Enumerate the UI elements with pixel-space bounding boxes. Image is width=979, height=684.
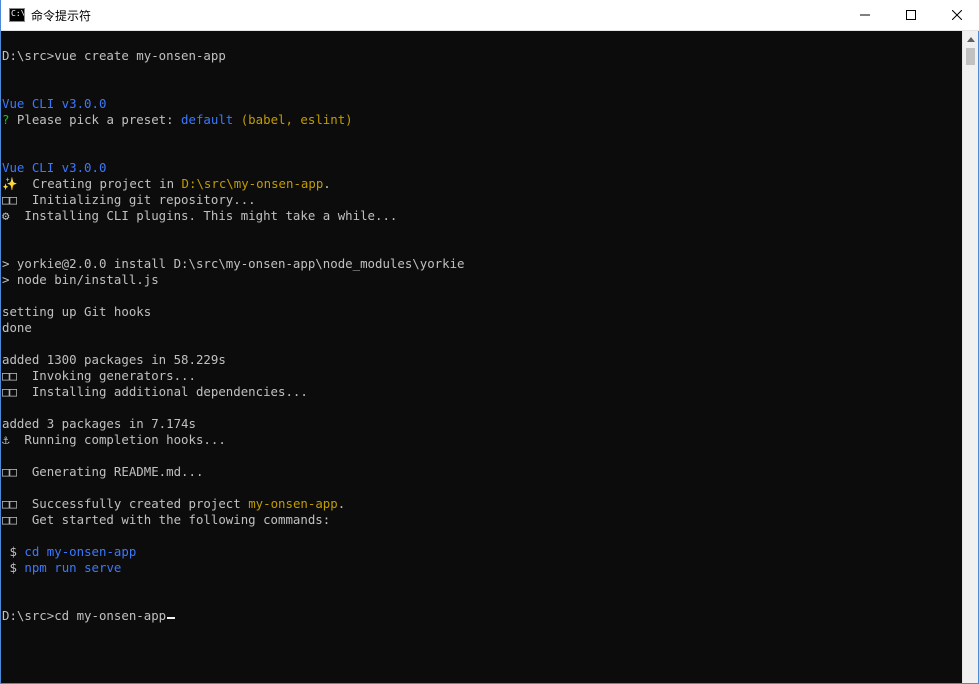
scrollbar-thumb[interactable] [966,48,975,65]
terminal-text: default [181,112,234,127]
terminal-line: $ npm run serve [2,560,465,576]
terminal-line: done [2,320,465,336]
cmd-icon[interactable]: C:\ [9,8,25,22]
terminal-text: Vue CLI v3.0.0 [2,160,107,175]
terminal-text: D:\src>vue create my-onsen-app [2,48,226,63]
terminal-text: . [337,496,346,511]
terminal-line: □□ Generating README.md... [2,464,465,480]
terminal-text: > yorkie@2.0.0 install D:\src\my-onsen-a… [2,256,465,271]
title-bar[interactable]: C:\ 命令提示符 [1,0,979,31]
terminal-line: ⚓ Running completion hooks... [2,432,465,448]
terminal-text: cd my-onsen-app [24,544,137,559]
terminal-line: setting up Git hooks [2,304,465,320]
terminal-text: . [323,176,331,191]
terminal-text: □□ Get started with the following comman… [2,512,331,527]
terminal-line: added 1300 packages in 58.229s [2,352,465,368]
cmd-icon-text: C:\ [11,9,25,18]
terminal-text: my-onsen-app [248,496,338,511]
terminal-line: □□ Successfully created project my-onsen… [2,496,465,512]
terminal-text: setting up Git hooks [2,304,152,319]
terminal-text: D:\src>cd my-onsen-app [2,608,167,623]
terminal-line: Vue CLI v3.0.0 [2,160,465,176]
terminal-line: □□ Invoking generators... [2,368,465,384]
terminal-text: □□ Generating README.md... [2,464,204,479]
terminal-text: ✨ Creating project in [2,176,182,191]
terminal-text: $ [2,560,25,575]
terminal-text: □□ Invoking generators... [2,368,196,383]
terminal-line: $ cd my-onsen-app [2,544,465,560]
terminal-text: ⚓ Running completion hooks... [2,432,226,447]
terminal-text: Please pick a preset: [9,112,182,127]
terminal-text: added 3 packages in 7.174s [2,416,196,431]
terminal-line: added 3 packages in 7.174s [2,416,465,432]
terminal-line: □□ Get started with the following comman… [2,512,465,528]
chevron-up-icon [967,36,975,42]
maximize-button[interactable] [888,0,934,30]
window-title: 命令提示符 [31,9,92,23]
minimize-icon [860,14,870,16]
terminal-text: (babel, eslint) [233,112,353,127]
maximize-icon [906,10,916,20]
minimize-button[interactable] [842,0,888,30]
terminal-text: done [2,320,32,335]
terminal-text: npm run serve [24,560,122,575]
close-button[interactable] [934,0,979,30]
terminal-line: ⚙ Installing CLI plugins. This might tak… [2,208,465,224]
text-cursor [167,617,176,619]
terminal-line: □□ Initializing git repository... [2,192,465,208]
terminal-line: > node bin/install.js [2,272,465,288]
terminal-text: □□ Installing additional dependencies... [2,384,308,399]
terminal-text: □□ Successfully created project [2,496,249,511]
terminal-line: ✨ Creating project in D:\src\my-onsen-ap… [2,176,465,192]
command-prompt-window: C:\ 命令提示符 D:\src>vue create my-onsen-app… [0,0,979,684]
terminal-lines: D:\src>vue create my-onsen-app Vue CLI v3… [2,48,465,624]
vertical-scrollbar[interactable] [962,31,978,683]
terminal-line: > yorkie@2.0.0 install D:\src\my-onsen-a… [2,256,465,272]
terminal-text: ⚙ Installing CLI plugins. This might tak… [2,208,398,223]
terminal-line: D:\src>cd my-onsen-app [2,608,465,624]
terminal-line: □□ Installing additional dependencies... [2,384,465,400]
terminal-text: $ [2,544,25,559]
terminal-text: □□ Initializing git repository... [2,192,256,207]
terminal-line: Vue CLI v3.0.0 [2,96,465,112]
terminal-text: Vue CLI v3.0.0 [2,96,107,111]
terminal-line: ? Please pick a preset: default (babel, … [2,112,465,128]
terminal-text: added 1300 packages in 58.229s [2,352,226,367]
terminal-text: > node bin/install.js [2,272,159,287]
terminal-text: D:\src\my-onsen-app [181,176,324,191]
terminal-line: D:\src>vue create my-onsen-app [2,48,465,64]
scroll-up-button[interactable] [963,31,979,47]
close-icon [952,10,962,20]
terminal-output[interactable]: D:\src>vue create my-onsen-app Vue CLI v3… [1,31,963,684]
